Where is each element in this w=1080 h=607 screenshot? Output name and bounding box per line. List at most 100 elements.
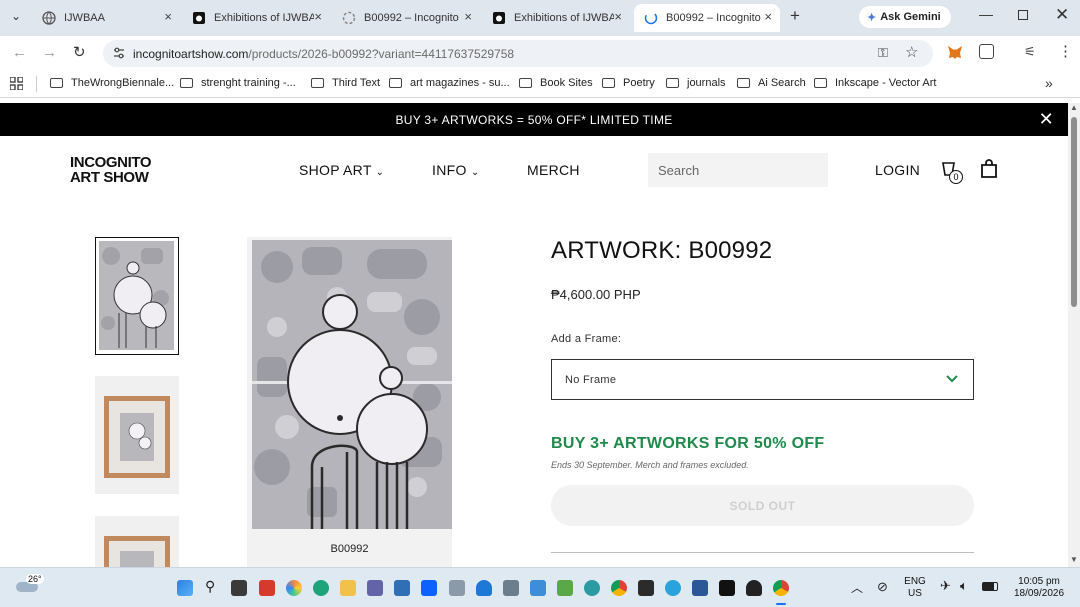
app-green-icon[interactable] bbox=[557, 580, 573, 596]
calculator-icon[interactable] bbox=[503, 580, 519, 596]
reload-icon[interactable]: ↻ bbox=[73, 43, 86, 61]
site-info-icon[interactable] bbox=[113, 47, 125, 59]
chrome-active-icon[interactable] bbox=[773, 580, 789, 596]
taskbar: 26° ⚲ ︿ ⊘ ENG US ✈ 🔈︎ 10:05 pm 18/09/202… bbox=[0, 567, 1080, 607]
browser-tab[interactable]: IJWBAA × bbox=[32, 4, 180, 32]
browser-tab-active[interactable]: B00992 – Incognito × bbox=[634, 4, 780, 32]
dropbox-icon[interactable] bbox=[421, 580, 437, 596]
bookmark-folder[interactable]: art magazines - su... bbox=[389, 77, 510, 89]
folder-icon bbox=[519, 78, 532, 88]
close-tab-icon[interactable]: × bbox=[614, 9, 622, 24]
telegram-icon[interactable] bbox=[665, 580, 681, 596]
bookmark-star-icon[interactable]: ☆ bbox=[905, 43, 918, 61]
bookmark-folder[interactable]: Ai Search bbox=[737, 77, 806, 89]
nav-info[interactable]: INFO ⌄ bbox=[432, 162, 480, 178]
app-color-wheel-icon[interactable] bbox=[286, 580, 302, 596]
windows-start-icon[interactable] bbox=[177, 580, 193, 596]
edge-icon[interactable] bbox=[313, 580, 329, 596]
restore-window-icon[interactable] bbox=[1018, 10, 1028, 20]
nav-merch[interactable]: MERCH bbox=[527, 162, 580, 178]
teams-icon[interactable] bbox=[367, 580, 383, 596]
store-icon[interactable] bbox=[394, 580, 410, 596]
bookmark-label: journals bbox=[687, 77, 726, 89]
sidebar-extension-icon[interactable]: ⚟ bbox=[1024, 44, 1036, 60]
camera-icon[interactable] bbox=[449, 580, 465, 596]
login-link[interactable]: LOGIN bbox=[875, 162, 920, 178]
folder-icon bbox=[311, 78, 324, 88]
notepad-icon[interactable] bbox=[530, 580, 546, 596]
bookmark-folder[interactable]: TheWrongBiennale... bbox=[50, 77, 174, 89]
scroll-down-arrow-icon[interactable]: ▼ bbox=[1070, 555, 1078, 564]
scrollbar-thumb[interactable] bbox=[1071, 117, 1077, 307]
compare-list-button[interactable]: 0 bbox=[940, 160, 966, 186]
security-shield-icon[interactable] bbox=[476, 580, 492, 596]
chrome-icon[interactable] bbox=[611, 580, 627, 596]
promo-banner: BUY 3+ ARTWORKS = 50% OFF* LIMITED TIME … bbox=[0, 103, 1068, 136]
folder-icon bbox=[737, 78, 750, 88]
product-thumbnail[interactable] bbox=[95, 516, 179, 567]
url-path: /products/2026-b00992?variant=4411763752… bbox=[248, 46, 515, 61]
bookmark-folder[interactable]: strenght training -... bbox=[180, 77, 296, 89]
airplane-mode-icon[interactable]: ✈ bbox=[940, 578, 951, 594]
app-dark-icon[interactable] bbox=[638, 580, 654, 596]
capcut-icon[interactable] bbox=[719, 580, 735, 596]
clock[interactable]: 10:05 pm 18/09/2026 bbox=[1008, 576, 1070, 600]
metamask-extension-icon[interactable] bbox=[947, 45, 963, 60]
bookmark-label: Inkscape - Vector Art bbox=[835, 77, 937, 89]
forward-arrow-icon[interactable]: → bbox=[42, 44, 57, 61]
minimize-icon[interactable]: — bbox=[979, 6, 993, 22]
browser-tab-strip: ⌄ IJWBAA × Exhibitions of IJWBA × B00992… bbox=[0, 0, 1080, 36]
word-icon[interactable] bbox=[692, 580, 708, 596]
frame-select[interactable]: No Frame bbox=[551, 359, 974, 400]
apps-grid-icon[interactable] bbox=[9, 76, 24, 91]
bookmark-folder[interactable]: Poetry bbox=[602, 77, 655, 89]
bookmark-folder[interactable]: Book Sites bbox=[519, 77, 593, 89]
bookmark-folder[interactable]: Inkscape - Vector Art bbox=[814, 77, 937, 89]
password-key-icon[interactable]: ⚿ bbox=[878, 45, 888, 61]
browser-menu-icon[interactable]: ⋮ bbox=[1058, 42, 1073, 60]
task-view-icon[interactable] bbox=[231, 580, 247, 596]
battery-icon[interactable] bbox=[982, 582, 998, 591]
weather-widget[interactable]: 26° bbox=[16, 574, 46, 602]
nav-shop-art[interactable]: SHOP ART ⌄ bbox=[299, 162, 384, 178]
extensions-puzzle-icon[interactable] bbox=[979, 44, 994, 59]
file-explorer-icon[interactable] bbox=[340, 580, 356, 596]
network-off-icon[interactable]: ⊘ bbox=[877, 579, 888, 595]
browser-tab[interactable]: Exhibitions of IJWBA × bbox=[182, 4, 330, 32]
browser-tab[interactable]: B00992 – Incognito × bbox=[332, 4, 480, 32]
app-red-l-icon[interactable] bbox=[259, 580, 275, 596]
tab-list-chevron-icon[interactable]: ⌄ bbox=[11, 9, 21, 23]
shopping-bag-icon[interactable] bbox=[979, 159, 999, 179]
close-icon[interactable]: ✕ bbox=[1039, 109, 1054, 130]
language-indicator[interactable]: ENG US bbox=[902, 576, 928, 600]
browser-tab[interactable]: Exhibitions of IJWBA × bbox=[482, 4, 630, 32]
search-input[interactable] bbox=[648, 153, 828, 187]
product-main-image[interactable]: B00992 bbox=[247, 237, 452, 567]
close-tab-icon[interactable]: × bbox=[164, 9, 172, 24]
product-thumbnail[interactable] bbox=[95, 237, 179, 355]
inkscape-icon[interactable] bbox=[746, 580, 762, 596]
close-tab-icon[interactable]: × bbox=[764, 9, 772, 24]
more-bookmarks-chevron-icon[interactable]: » bbox=[1045, 75, 1053, 91]
app-teal-icon[interactable] bbox=[584, 580, 600, 596]
chevron-down-icon: ⌄ bbox=[470, 167, 480, 178]
product-thumbnail[interactable] bbox=[95, 376, 179, 494]
page-scrollbar[interactable]: ▲ ▼ bbox=[1068, 103, 1080, 567]
address-bar[interactable]: incognitoartshow.com/products/2026-b0099… bbox=[103, 40, 933, 67]
bookmark-folder[interactable]: Third Text bbox=[311, 77, 380, 89]
divider bbox=[551, 552, 974, 553]
artwork-image bbox=[252, 240, 452, 529]
new-tab-icon[interactable]: + bbox=[790, 6, 800, 26]
close-window-icon[interactable]: ✕ bbox=[1055, 5, 1069, 25]
close-tab-icon[interactable]: × bbox=[314, 9, 322, 24]
volume-icon[interactable]: 🔈︎ bbox=[960, 578, 968, 594]
scroll-up-arrow-icon[interactable]: ▲ bbox=[1070, 103, 1078, 112]
close-tab-icon[interactable]: × bbox=[464, 9, 472, 24]
ask-gemini-button[interactable]: ✦ Ask Gemini bbox=[859, 6, 951, 28]
site-logo[interactable]: INCOGNITO ART SHOW bbox=[70, 155, 152, 185]
search-icon[interactable]: ⚲ bbox=[205, 578, 221, 594]
back-arrow-icon[interactable]: ← bbox=[12, 44, 27, 61]
bookmark-folder[interactable]: journals bbox=[666, 77, 726, 89]
bookmark-label: strenght training -... bbox=[201, 77, 296, 89]
show-hidden-icons-chevron-icon[interactable]: ︿ bbox=[851, 579, 863, 596]
